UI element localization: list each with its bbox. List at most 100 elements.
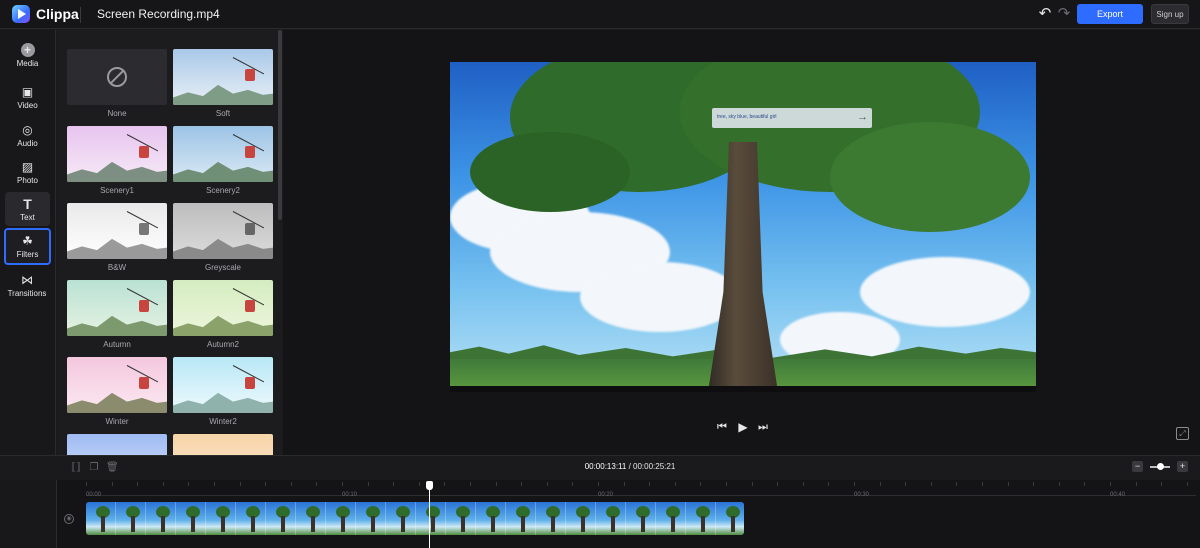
filter-scenery2[interactable]: Scenery2 — [173, 126, 273, 195]
filter-scenery1[interactable]: Scenery1 — [67, 126, 167, 195]
top-bar: Clippa Screen Recording.mp4 ↶ ↷ Export S… — [0, 0, 1200, 29]
ruler-tick — [470, 482, 471, 486]
tool-label: Filters — [16, 250, 39, 259]
tool-label: Audio — [17, 138, 38, 148]
clip-frame — [206, 502, 236, 535]
filter-winter2[interactable]: Winter2 — [173, 357, 273, 426]
ruler-tick — [726, 482, 727, 486]
zoom-slider-handle[interactable] — [1157, 463, 1164, 470]
track-visibility-icon[interactable]: ◉ — [64, 514, 74, 524]
filter-winter[interactable]: Winter — [67, 357, 167, 426]
video-clip[interactable] — [86, 502, 744, 535]
prompt-box[interactable]: tree, sky blue, beautiful girl → — [712, 108, 872, 128]
filter-bw[interactable]: B&W — [67, 203, 167, 272]
ruler-tick — [751, 482, 753, 486]
ruler-label: 00:00 — [86, 492, 102, 498]
zoom-in-button[interactable]: + — [1177, 461, 1188, 472]
filter-name: Winter — [105, 417, 129, 426]
clip-frame — [596, 502, 626, 535]
duplicate-icon[interactable]: ❐ — [88, 462, 100, 474]
clip-frame — [506, 502, 536, 535]
ruler-tick — [854, 482, 855, 486]
app-logo[interactable]: Clippa — [12, 5, 79, 23]
split-icon[interactable]: ⟦⟧ — [70, 462, 82, 474]
track-gutter — [0, 480, 57, 548]
filter-thumbnail — [67, 280, 167, 336]
ruler-tick — [265, 482, 267, 486]
filter-thumbnail — [67, 434, 167, 455]
clip-frame — [296, 502, 326, 535]
ruler-label: 00:40 — [1110, 492, 1126, 498]
clip-frame — [716, 502, 744, 535]
filter-partial-2[interactable] — [173, 434, 273, 455]
ruler-tick — [1110, 482, 1111, 486]
ruler-tick — [188, 482, 190, 486]
clip-frame — [176, 502, 206, 535]
skip-back-icon[interactable]: ⏮ — [715, 420, 729, 434]
video-icon: ▣ — [21, 84, 34, 99]
clip-frame — [686, 502, 716, 535]
clip-frame — [146, 502, 176, 535]
ruler-tick — [572, 482, 574, 486]
filter-partial-1[interactable] — [67, 434, 167, 455]
tool-video[interactable]: ▣ Video — [5, 80, 50, 114]
clip-frame — [326, 502, 356, 535]
clip-frame — [566, 502, 596, 535]
video-bottom-bar — [450, 386, 1036, 392]
clip-frame — [236, 502, 266, 535]
clip-frame — [86, 502, 116, 535]
filter-thumbnail — [67, 49, 167, 105]
tool-filters[interactable]: ☘ Filters — [4, 228, 51, 265]
filter-autumn2[interactable]: Autumn2 — [173, 280, 273, 349]
zoom-out-button[interactable]: − — [1132, 461, 1143, 472]
tool-label: Video — [17, 100, 38, 110]
ruler-tick — [802, 482, 804, 486]
text-icon: T — [23, 195, 32, 212]
none-icon — [107, 67, 127, 87]
clip-frame — [266, 502, 296, 535]
redo-icon[interactable]: ↷ — [1055, 5, 1073, 23]
ruler-tick — [418, 482, 420, 486]
playhead-handle[interactable] — [426, 481, 434, 490]
filters-scrollbar[interactable] — [278, 30, 282, 220]
filter-none[interactable]: None — [67, 49, 167, 118]
ruler-tick — [239, 482, 241, 486]
filter-thumbnail — [173, 126, 273, 182]
photo-icon: ▨ — [21, 159, 34, 174]
tool-audio[interactable]: ◎ Audio — [5, 118, 50, 152]
ruler-tick — [1161, 482, 1163, 486]
video-preview[interactable]: tree, sky blue, beautiful girl → — [450, 62, 1036, 391]
audio-icon: ◎ — [22, 122, 33, 137]
tool-transitions[interactable]: ⋈ Transitions — [2, 268, 52, 302]
sign-up-button[interactable]: Sign up — [1151, 4, 1189, 24]
clip-frame — [116, 502, 146, 535]
tool-text[interactable]: T Text — [5, 192, 50, 226]
filter-greyscale[interactable]: Greyscale — [173, 203, 273, 272]
arrow-right-icon[interactable]: → — [857, 111, 868, 123]
tool-photo[interactable]: ▨ Photo — [5, 155, 50, 189]
ruler-tick — [367, 482, 369, 486]
clip-frame — [386, 502, 416, 535]
clip-frame — [656, 502, 686, 535]
tree-canopy — [830, 122, 1030, 232]
fullscreen-icon[interactable]: ⤢ — [1176, 427, 1189, 440]
export-button[interactable]: Export — [1077, 4, 1143, 24]
filter-soft[interactable]: Soft — [173, 49, 273, 118]
project-file-title[interactable]: Screen Recording.mp4 — [97, 7, 220, 21]
ruler-tick — [879, 482, 881, 486]
ruler-tick — [393, 482, 395, 486]
undo-icon[interactable]: ↶ — [1036, 5, 1054, 23]
filter-thumbnail — [173, 203, 273, 259]
play-icon[interactable]: ▶ — [736, 420, 750, 434]
tool-media[interactable]: + Media — [5, 38, 50, 72]
ruler-tick — [956, 482, 958, 486]
ruler-tick — [1186, 482, 1188, 486]
ruler-label: 00:10 — [342, 492, 358, 498]
skip-forward-icon[interactable]: ⏭ — [756, 420, 770, 434]
ruler-tick — [982, 482, 983, 486]
delete-icon[interactable]: 🗑 — [106, 462, 119, 474]
filter-autumn[interactable]: Autumn — [67, 280, 167, 349]
clip-frame — [356, 502, 386, 535]
ruler-baseline — [86, 495, 1196, 496]
ruler-tick — [700, 482, 702, 486]
